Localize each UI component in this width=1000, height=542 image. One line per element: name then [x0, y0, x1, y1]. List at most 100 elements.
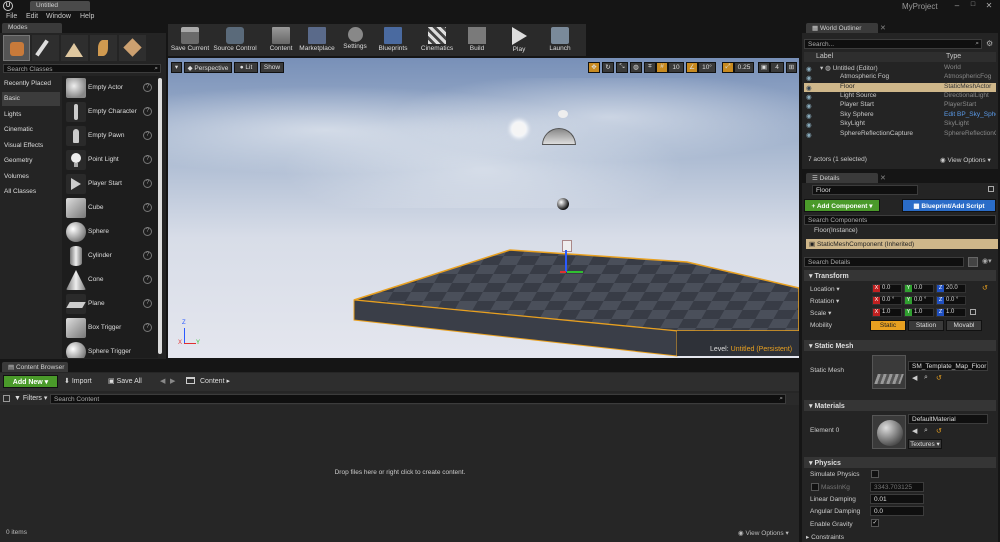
material-thumbnail[interactable] — [872, 415, 906, 449]
save-current-button[interactable]: Save Current — [170, 25, 210, 55]
import-button[interactable]: ⬇ Import — [64, 377, 92, 385]
category-cinematic[interactable]: Cinematic — [2, 123, 60, 137]
search-details-input[interactable]: Search Details — [804, 257, 964, 267]
menu-file[interactable]: File — [6, 13, 17, 20]
material-dropdown[interactable]: DefaultMaterial — [908, 414, 988, 424]
help-icon[interactable]: ? — [143, 251, 152, 260]
rotation-label[interactable]: Rotation ▾ — [810, 297, 839, 305]
eye-icon[interactable]: ◉ — [806, 65, 814, 73]
help-icon[interactable]: ? — [143, 203, 152, 212]
grid-snap-icon[interactable]: # — [656, 62, 668, 73]
sky-light-icon[interactable] — [558, 110, 568, 118]
eye-icon[interactable]: ◉ — [806, 93, 814, 101]
rotation-x-field[interactable]: X 0.0 ° — [872, 296, 902, 305]
outliner-row-type[interactable]: Edit BP_Sky_Sphere — [944, 111, 996, 118]
viewport[interactable]: ▾ ◆ Perspective ● Lit Show ✥ ↻ ⤡ ◍ ⌗ # 1… — [168, 58, 799, 358]
scale-tool-icon[interactable]: ⤡ — [616, 62, 628, 73]
content-browser-tab[interactable]: ▤ Content Browser — [2, 362, 68, 372]
path-breadcrumb[interactable]: Content ▸ — [200, 377, 230, 385]
details-tab[interactable]: ☰ Details — [806, 173, 878, 183]
static-mesh-thumbnail[interactable] — [872, 355, 906, 389]
mass-override-checkbox[interactable] — [811, 483, 819, 491]
rotation-snap-icon[interactable]: ∠ — [686, 62, 698, 73]
category-all-classes[interactable]: All Classes — [2, 185, 60, 199]
location-x-field[interactable]: X 0.0 — [872, 284, 902, 293]
use-selected-arrow-icon[interactable]: ◀ — [912, 374, 917, 382]
sun-light-icon[interactable] — [512, 122, 526, 136]
perspective-button[interactable]: ◆ Perspective — [184, 62, 232, 73]
maximize-button[interactable]: □ — [966, 1, 980, 11]
actor-name-input[interactable]: Floor — [812, 185, 918, 195]
lock-icon[interactable] — [988, 186, 994, 192]
launch-button[interactable]: Launch — [544, 25, 576, 55]
lit-button[interactable]: ● Lit — [234, 62, 258, 73]
menu-window[interactable]: Window — [46, 13, 71, 20]
gizmo-y-axis[interactable] — [560, 271, 566, 273]
col-label[interactable]: Label — [816, 53, 833, 60]
outliner-search-input[interactable]: Search... ⌕ — [804, 39, 982, 49]
constraints-label[interactable]: ▸ Constraints — [806, 533, 844, 541]
help-icon[interactable]: ? — [143, 299, 152, 308]
close-button[interactable]: ✕ — [982, 1, 996, 11]
content-view-options[interactable]: ◉ View Options ▾ — [738, 529, 789, 537]
category-visual-effects[interactable]: Visual Effects — [2, 139, 60, 153]
outliner-close-icon[interactable]: ✕ — [880, 24, 886, 32]
actor-cylinder[interactable]: Cylinder? — [64, 245, 156, 267]
reflection-capture-icon[interactable] — [557, 198, 569, 210]
eye-icon[interactable]: ◉ — [806, 74, 814, 82]
scale-label[interactable]: Scale ▾ — [810, 309, 831, 317]
actor-empty-pawn[interactable]: Empty Pawn? — [64, 125, 156, 147]
blueprint-script-button[interactable]: ▦ Blueprint/Add Script — [902, 199, 996, 212]
mode-landscape-icon[interactable] — [61, 35, 88, 61]
outliner-row-light-source[interactable]: ◉ Light Source DirectionalLight — [804, 92, 996, 101]
linear-damping-field[interactable]: 0.01 — [870, 494, 924, 504]
static-mesh-dropdown[interactable]: SM_Template_Map_Floor — [908, 361, 988, 371]
materials-section-header[interactable]: ▾ Materials — [804, 400, 996, 411]
col-type[interactable]: Type — [946, 53, 961, 60]
camera-speed-icon[interactable]: ▣ — [758, 62, 770, 73]
angular-damping-field[interactable]: 0.0 — [870, 506, 924, 516]
menu-help[interactable]: Help — [80, 13, 94, 20]
outliner-row-sky-sphere[interactable]: ◉ Sky Sphere Edit BP_Sky_Sphere — [804, 111, 996, 120]
gizmo-x-axis[interactable] — [567, 271, 583, 273]
floor-mesh[interactable] — [168, 58, 799, 358]
help-icon[interactable]: ? — [143, 83, 152, 92]
actor-sphere-trigger[interactable]: Sphere Trigger — [64, 341, 156, 358]
filters-button[interactable]: ▼ Filters ▾ — [14, 394, 47, 402]
static-mesh-section-header[interactable]: ▾ Static Mesh — [804, 340, 996, 351]
actor-point-light[interactable]: Point Light? — [64, 149, 156, 171]
reset-location-icon[interactable]: ↺ — [982, 284, 988, 292]
use-selected-material-icon[interactable]: ◀ — [912, 427, 917, 435]
simulate-physics-checkbox[interactable] — [871, 470, 879, 478]
eye-icon[interactable]: ◉ — [806, 112, 814, 120]
actor-list-scrollbar[interactable] — [158, 78, 162, 354]
grid-snap-value[interactable]: 10 — [668, 62, 684, 73]
actor-player-start[interactable]: Player Start? — [64, 173, 156, 195]
maximize-viewport-icon[interactable]: ⊞ — [786, 62, 797, 73]
gizmo-z-axis[interactable] — [565, 250, 567, 272]
mobility-movable-button[interactable]: Movabl — [946, 320, 982, 331]
show-button[interactable]: Show — [260, 62, 284, 73]
minimize-button[interactable]: – — [950, 1, 964, 11]
details-view-options-icon[interactable]: ◉▾ — [982, 257, 992, 265]
category-recently-placed[interactable]: Recently Placed — [2, 77, 60, 91]
actor-cube[interactable]: Cube? — [64, 197, 156, 219]
location-z-field[interactable]: Z 20.0 — [936, 284, 966, 293]
content-button[interactable]: Content — [266, 25, 296, 55]
enable-gravity-checkbox[interactable]: ✓ — [871, 519, 879, 527]
scale-snap-value[interactable]: 0.25 — [734, 62, 754, 73]
search-classes-input[interactable]: Search Classes ⌕ — [3, 64, 161, 73]
eye-icon[interactable]: ◉ — [806, 121, 814, 129]
scale-lock-icon[interactable] — [970, 309, 976, 315]
mass-field[interactable]: 3343.703125 — [870, 482, 924, 492]
outliner-view-options[interactable]: ◉ View Options ▾ — [940, 156, 991, 164]
search-components-input[interactable]: Search Components — [804, 215, 996, 225]
play-button[interactable]: Play — [504, 25, 534, 55]
instance-label[interactable]: Floor(Instance) — [814, 227, 858, 234]
help-icon[interactable]: ? — [143, 227, 152, 236]
physics-section-header[interactable]: ▾ Physics — [804, 457, 996, 468]
back-arrow-icon[interactable]: ◀ — [160, 377, 165, 385]
actor-cone[interactable]: Cone? — [64, 269, 156, 291]
eye-icon[interactable]: ◉ — [806, 102, 814, 110]
category-volumes[interactable]: Volumes — [2, 170, 60, 184]
